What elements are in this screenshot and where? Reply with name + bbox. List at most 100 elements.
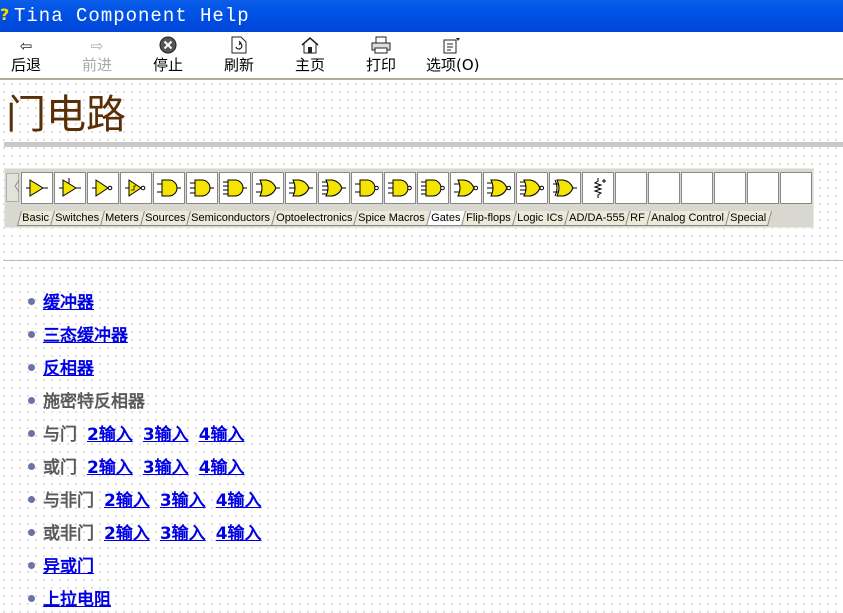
- palette-tab-optoelectronics[interactable]: Optoelectronics: [270, 211, 359, 226]
- print-button-label: 打印: [365, 56, 396, 74]
- bullet-icon: [28, 396, 35, 404]
- gate-input-link[interactable]: 4输入: [216, 524, 262, 544]
- component-palette: 〈 Basic Switches Meters Sources Semiconducto…: [4, 168, 814, 228]
- tristate-buffer-icon[interactable]: [54, 172, 86, 204]
- forward-arrow-icon: ⇨: [90, 37, 104, 55]
- bullet-icon: [28, 330, 35, 338]
- palette-empty-slot: [714, 172, 746, 204]
- back-arrow-icon: ⇦: [19, 37, 33, 55]
- help-content[interactable]: 门电路 〈 Basic Switches Meters Sources Semicond…: [0, 80, 843, 613]
- palette-tab-special[interactable]: Special: [724, 211, 772, 226]
- palette-tab-basic[interactable]: Basic: [16, 211, 55, 226]
- palette-empty-slot: [648, 172, 680, 204]
- palette-tab-sources[interactable]: Sources: [139, 211, 191, 226]
- help-question-icon: ?: [0, 5, 10, 24]
- palette-tab-meters[interactable]: Meters: [99, 211, 145, 226]
- palette-tab-switches[interactable]: Switches: [49, 211, 105, 226]
- and3-gate-icon[interactable]: [186, 172, 218, 204]
- stop-icon: [142, 36, 194, 56]
- or3-gate-icon[interactable]: [285, 172, 317, 204]
- palette-tab-spice-macros[interactable]: Spice Macros: [353, 211, 431, 226]
- gate-input-link[interactable]: 2输入: [104, 524, 150, 544]
- home-button-label: 主页: [294, 56, 325, 74]
- gate-link[interactable]: 缓冲器: [43, 293, 94, 313]
- gate-input-link[interactable]: 3输入: [160, 524, 206, 544]
- palette-tab-semiconductors[interactable]: Semiconductors: [185, 211, 276, 226]
- palette-tabs: Basic Switches Meters Sources Semiconductors…: [16, 208, 772, 226]
- xor-gate-icon[interactable]: [549, 172, 581, 204]
- gate-label: 与非门: [43, 491, 94, 511]
- palette-tab-label: Flip-flops: [466, 212, 511, 224]
- print-button[interactable]: 打印: [355, 36, 407, 76]
- pullup-resistor-icon[interactable]: [582, 172, 614, 204]
- stop-button-label: 停止: [152, 56, 183, 74]
- bullet-icon: [28, 561, 35, 569]
- palette-scroll-left-button[interactable]: 〈: [6, 173, 20, 202]
- palette-tab-label: AD/DA-555: [568, 212, 625, 224]
- gate-input-link[interactable]: 2输入: [87, 458, 133, 478]
- gate-link[interactable]: 三态缓冲器: [43, 326, 128, 346]
- gate-input-link[interactable]: 2输入: [87, 425, 133, 445]
- bullet-icon: [28, 363, 35, 371]
- refresh-icon: [213, 36, 265, 56]
- list-item: 反相器: [28, 356, 262, 389]
- gate-link[interactable]: 上拉电阻: [43, 590, 111, 610]
- gate-input-link[interactable]: 2输入: [104, 491, 150, 511]
- nor4-gate-icon[interactable]: [516, 172, 548, 204]
- stop-button[interactable]: 停止: [142, 36, 194, 76]
- back-button[interactable]: ⇦ 后退: [0, 36, 52, 76]
- gate-input-link[interactable]: 3输入: [160, 491, 206, 511]
- refresh-button[interactable]: 刷新: [213, 36, 265, 76]
- palette-tab-label: Logic ICs: [516, 212, 563, 224]
- palette-tab-ad-da-555[interactable]: AD/DA-555: [563, 211, 631, 226]
- section-divider: [4, 260, 843, 261]
- gate-label: 施密特反相器: [43, 392, 145, 412]
- gate-label: 或非门: [43, 524, 94, 544]
- print-icon: [355, 36, 407, 56]
- gate-input-link[interactable]: 3输入: [143, 425, 189, 445]
- palette-tab-logic-ics[interactable]: Logic ICs: [511, 211, 569, 226]
- bullet-icon: [28, 429, 35, 437]
- gate-link[interactable]: 异或门: [43, 557, 94, 577]
- list-item: 异或门: [28, 554, 262, 587]
- gate-input-link[interactable]: 4输入: [216, 491, 262, 511]
- toolbar: ⇦ 后退 ⇨ 前进 停止 刷新 主页 打印 选项(O): [0, 32, 843, 80]
- palette-tab-label: Semiconductors: [191, 212, 270, 224]
- palette-tab-label: Meters: [105, 212, 139, 224]
- or4-gate-icon[interactable]: [318, 172, 350, 204]
- schmitt-inverter-icon[interactable]: [120, 172, 152, 204]
- list-item: 与门 2输入 3输入 4输入: [28, 422, 262, 455]
- nand3-gate-icon[interactable]: [384, 172, 416, 204]
- nand2-gate-icon[interactable]: [351, 172, 383, 204]
- buffer-gate-icon[interactable]: [21, 172, 53, 204]
- and2-gate-icon[interactable]: [153, 172, 185, 204]
- palette-tab-label: RF: [630, 212, 646, 224]
- nor3-gate-icon[interactable]: [483, 172, 515, 204]
- gate-list: 缓冲器 三态缓冲器 反相器 施密特反相器 与门 2输入 3输入 4输入 或门 2输入 3输入 4输入与…: [28, 290, 262, 613]
- gate-link[interactable]: 反相器: [43, 359, 94, 379]
- refresh-button-label: 刷新: [223, 56, 254, 74]
- gate-input-link[interactable]: 4输入: [199, 458, 245, 478]
- palette-empty-slot: [780, 172, 812, 204]
- palette-tab-flip-flops[interactable]: Flip-flops: [461, 211, 517, 226]
- or2-gate-icon[interactable]: [252, 172, 284, 204]
- forward-button[interactable]: ⇨ 前进: [71, 36, 123, 76]
- palette-tab-analog-control[interactable]: Analog Control: [646, 211, 730, 226]
- bullet-icon: [28, 594, 35, 602]
- window-title: Tina Component Help: [14, 5, 250, 27]
- list-item: 或门 2输入 3输入 4输入: [28, 455, 262, 488]
- home-button[interactable]: 主页: [284, 36, 336, 76]
- nand4-gate-icon[interactable]: [417, 172, 449, 204]
- list-item: 上拉电阻: [28, 587, 262, 613]
- list-item: 施密特反相器: [28, 389, 262, 422]
- palette-tab-label: Special: [729, 212, 767, 224]
- list-item: 缓冲器: [28, 290, 262, 323]
- inverter-gate-icon[interactable]: [87, 172, 119, 204]
- nor2-gate-icon[interactable]: [450, 172, 482, 204]
- forward-button-label: 前进: [81, 56, 112, 74]
- options-button[interactable]: 选项(O): [426, 36, 480, 76]
- palette-tab-gates[interactable]: Gates: [425, 211, 467, 226]
- gate-input-link[interactable]: 3输入: [143, 458, 189, 478]
- and4-gate-icon[interactable]: [219, 172, 251, 204]
- gate-input-link[interactable]: 4输入: [199, 425, 245, 445]
